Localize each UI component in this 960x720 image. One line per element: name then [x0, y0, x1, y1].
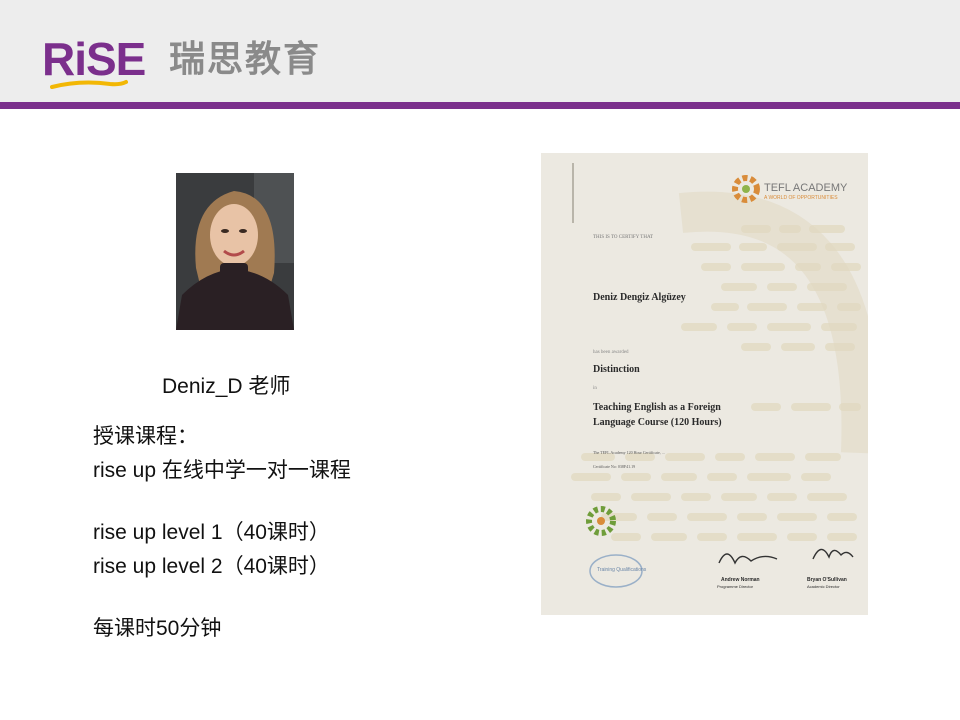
in-line: in	[593, 386, 597, 391]
courses-heading: 授课课程：	[93, 425, 198, 448]
teacher-portrait-icon	[176, 173, 294, 330]
logo-word-text: RiSE	[42, 33, 146, 85]
grade: Distinction	[593, 364, 640, 375]
awarded-line: has been awarded	[593, 350, 629, 355]
header-bar: RiSE 瑞思教育	[0, 0, 960, 102]
signatory-1-name: Andrew Norman	[721, 577, 760, 583]
signatory-1-title: Programme Director	[717, 584, 754, 589]
certificate-number: Certificate No: 038F41.19	[593, 464, 636, 469]
signatory-2-name: Bryan O'Sullivan	[807, 577, 847, 583]
small-print: The TEFL Academy 120 Hour Certificate, .…	[593, 450, 665, 455]
logo-chinese-name: 瑞思教育	[169, 39, 322, 80]
qualifications-label: Training Qualifications	[597, 567, 647, 573]
header-divider	[0, 102, 960, 109]
teacher-photo	[176, 173, 294, 330]
course-level-1: rise up level 1（40课时）	[93, 521, 330, 544]
course-title-2: Language Course (120 Hours)	[593, 417, 722, 428]
certificate-background	[571, 163, 868, 588]
lesson-duration: 每课时50分钟	[93, 617, 222, 640]
tefl-certificate-image: TEFL ACADEMY A WORLD OF OPPORTUNITIES TH…	[541, 153, 868, 615]
certify-line: THIS IS TO CERTIFY THAT	[593, 235, 654, 240]
recipient-name: Deniz Dengiz Algüzey	[593, 292, 686, 303]
rise-logo[interactable]: RiSE 瑞思教育	[42, 34, 332, 92]
logo-swoosh-icon	[50, 80, 128, 89]
course-level-2: rise up level 2（40课时）	[93, 555, 330, 578]
academy-name: TEFL ACADEMY	[764, 182, 848, 194]
signatory-2-title: Academic Director	[807, 584, 840, 589]
course-line: rise up 在线中学一对一课程	[93, 459, 351, 482]
teacher-name: Deniz_D 老师	[162, 375, 291, 398]
course-title-1: Teaching English as a Foreign	[593, 402, 721, 413]
academy-tagline: A WORLD OF OPPORTUNITIES	[764, 195, 838, 201]
logo-wordmark: RiSE	[42, 33, 146, 85]
